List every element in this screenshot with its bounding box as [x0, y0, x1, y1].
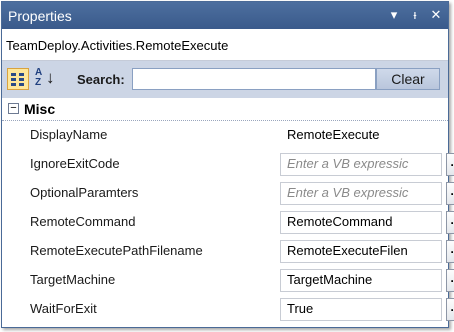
property-row-ignoreexitcode[interactable]: IgnoreExitCode Enter a VB expressic ... [22, 150, 454, 179]
dropdown-arrow-icon[interactable]: ▾ [388, 7, 400, 23]
property-name: WaitForExit [30, 301, 97, 316]
ellipsis-button[interactable]: ... [446, 153, 454, 176]
category-label: Misc [24, 101, 56, 117]
window-title: Properties [8, 8, 72, 24]
search-label: Search: [77, 72, 125, 87]
categorized-icon-mark [11, 78, 16, 81]
categorized-icon-mark [19, 78, 24, 81]
ellipsis-button[interactable]: ... [446, 240, 454, 263]
property-name: RemoteExecutePathFilename [30, 243, 203, 258]
property-row-displayname[interactable]: DisplayName RemoteExecute [22, 121, 448, 150]
ellipsis-button[interactable]: ... [446, 269, 454, 292]
property-value-input[interactable]: RemoteCommand [280, 211, 442, 234]
sort-arrow-glyph: ↓ [46, 68, 55, 87]
sort-z-glyph: Z [35, 77, 42, 88]
categorized-icon-mark [11, 83, 16, 86]
property-value-input[interactable]: TargetMachine [280, 269, 442, 292]
grid-left-margin [2, 121, 22, 327]
ellipsis-button[interactable]: ... [446, 182, 454, 205]
pin-icon[interactable]: ᵼ [409, 7, 421, 23]
property-row-waitforexit[interactable]: WaitForExit True ... [22, 295, 454, 324]
property-name: OptionalParamters [30, 185, 139, 200]
title-buttons: ▾ ᵼ ✕ [388, 7, 442, 23]
property-row-optionalparamters[interactable]: OptionalParamters Enter a VB expressic .… [22, 179, 454, 208]
selected-object-bar: TeamDeploy.Activities.RemoteExecute [2, 29, 448, 61]
property-name: RemoteCommand [30, 214, 136, 229]
property-name: IgnoreExitCode [30, 156, 120, 171]
properties-window: Properties ▾ ᵼ ✕ TeamDeploy.Activities.R… [1, 1, 454, 328]
property-grid: − Misc DisplayName RemoteExecute IgnoreE… [2, 98, 454, 327]
categorized-icon-mark [19, 83, 24, 86]
property-value-input[interactable]: RemoteExecuteFilen [280, 240, 442, 263]
property-name: TargetMachine [30, 272, 116, 287]
search-input[interactable] [132, 68, 376, 90]
property-row-remoteexecutepathfilename[interactable]: RemoteExecutePathFilename RemoteExecuteF… [22, 237, 454, 266]
categorized-icon-mark [19, 73, 24, 76]
selected-object-name: TeamDeploy.Activities.RemoteExecute [6, 38, 229, 53]
property-value-input[interactable]: True [280, 298, 442, 321]
ellipsis-button[interactable]: ... [446, 211, 454, 234]
toolbar: A Z ↓ Search: Clear [2, 61, 448, 99]
clear-button[interactable]: Clear [376, 68, 440, 90]
property-value-input[interactable]: Enter a VB expressic [280, 153, 442, 176]
collapse-icon[interactable]: − [8, 103, 19, 114]
property-name: DisplayName [30, 127, 108, 142]
ellipsis-button[interactable]: ... [446, 298, 454, 321]
property-row-targetmachine[interactable]: TargetMachine TargetMachine ... [22, 266, 454, 295]
categorized-view-icon[interactable] [7, 68, 29, 90]
category-row-misc[interactable]: − Misc [2, 98, 448, 121]
categorized-icon-mark [11, 73, 16, 76]
close-icon[interactable]: ✕ [430, 7, 442, 23]
alphabetical-sort-icon[interactable]: A Z ↓ [33, 68, 55, 90]
property-value[interactable]: RemoteExecute [280, 124, 442, 147]
property-value-input[interactable]: Enter a VB expressic [280, 182, 442, 205]
title-bar: Properties ▾ ᵼ ✕ [2, 2, 448, 29]
property-row-remotecommand[interactable]: RemoteCommand RemoteCommand ... [22, 208, 454, 237]
